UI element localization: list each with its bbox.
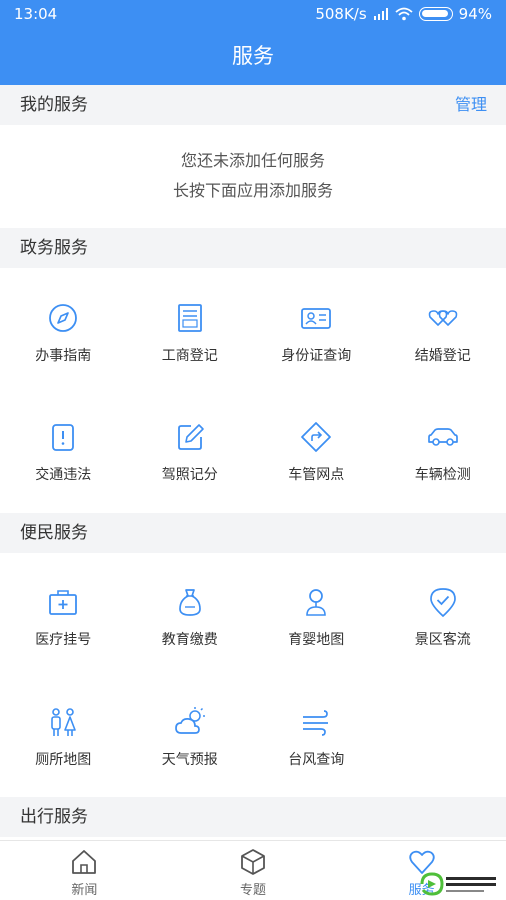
alert-icon <box>52 424 75 451</box>
civil-row-2: 厕所地图 天气预报 台风查询 <box>0 683 506 803</box>
section-travel-services: 出行服务 <box>0 797 506 837</box>
empty-line-1: 您还未添加任何服务 <box>180 151 325 170</box>
id-card-icon <box>301 308 332 329</box>
compass-icon <box>49 304 78 332</box>
service-item[interactable]: 车辆检测 <box>380 398 506 518</box>
tab-label: 专题 <box>240 883 267 898</box>
service-label: 办事指南 <box>35 348 92 364</box>
section-civil-services: 便民服务 <box>0 513 506 553</box>
home-icon <box>72 850 97 874</box>
gov-row-1: 办事指南 工商登记 身份证查询 结婚登记 <box>0 279 506 399</box>
signal-icon <box>373 8 388 20</box>
service-item[interactable]: 台风查询 <box>253 683 380 803</box>
section-title: 便民服务 <box>20 523 88 543</box>
empty-cell <box>380 683 506 803</box>
manage-link[interactable]: 管理 <box>455 85 487 125</box>
service-label: 景区客流 <box>414 632 471 648</box>
weather-icon <box>174 707 205 734</box>
restroom-icon <box>51 708 77 736</box>
edit-icon <box>177 424 204 450</box>
service-item[interactable]: 工商登记 <box>127 279 254 399</box>
medical-kit-icon <box>49 590 78 615</box>
tab-topics[interactable]: 专题 <box>169 841 338 900</box>
service-label: 交通违法 <box>35 467 92 483</box>
tab-label: 新闻 <box>71 883 98 898</box>
page-title: 服务 <box>0 30 506 85</box>
service-label: 车辆检测 <box>414 467 471 483</box>
service-item[interactable]: 结婚登记 <box>380 279 506 399</box>
section-my-services: 我的服务 管理 <box>0 85 506 125</box>
service-label: 工商登记 <box>161 348 218 364</box>
document-icon <box>177 304 202 332</box>
car-icon <box>427 428 458 446</box>
section-title: 出行服务 <box>20 807 88 827</box>
service-item[interactable]: 交通违法 <box>0 398 127 518</box>
service-label: 育婴地图 <box>288 632 345 648</box>
network-speed: 508K/s <box>315 5 367 23</box>
service-label: 医疗挂号 <box>35 632 92 648</box>
cube-icon <box>241 849 265 875</box>
service-label: 车管网点 <box>288 467 345 483</box>
status-time: 13:04 <box>14 5 58 23</box>
service-item[interactable]: 教育缴费 <box>127 563 254 683</box>
wind-icon <box>303 710 329 736</box>
section-title: 我的服务 <box>20 95 88 115</box>
wifi-icon <box>395 7 413 21</box>
gov-row-2: 交通违法 驾照记分 车管网点 车辆检测 <box>0 398 506 518</box>
service-label: 教育缴费 <box>161 632 218 648</box>
service-label: 结婚登记 <box>414 348 471 364</box>
service-item[interactable]: 育婴地图 <box>253 563 380 683</box>
section-title: 政务服务 <box>20 238 88 258</box>
service-item[interactable]: 车管网点 <box>253 398 380 518</box>
service-label: 身份证查询 <box>281 348 352 364</box>
service-item[interactable]: 天气预报 <box>127 683 254 803</box>
service-label: 天气预报 <box>161 752 218 768</box>
status-right: 508K/s 94% <box>315 5 492 23</box>
baby-icon <box>306 589 327 616</box>
service-item[interactable]: 办事指南 <box>0 279 127 399</box>
location-check-icon <box>429 588 456 618</box>
service-label: 厕所地图 <box>35 752 92 768</box>
status-bar: 13:04 508K/s 94% <box>0 0 506 30</box>
double-heart-icon <box>428 310 458 326</box>
empty-services-message: 您还未添加任何服务 长按下面应用添加服务 <box>0 125 506 228</box>
battery-level: 94% <box>458 5 492 23</box>
service-item[interactable]: 景区客流 <box>380 563 506 683</box>
service-item[interactable]: 医疗挂号 <box>0 563 127 683</box>
service-item[interactable]: 身份证查询 <box>253 279 380 399</box>
direction-icon <box>301 422 332 452</box>
service-label: 驾照记分 <box>161 467 218 483</box>
section-gov-services: 政务服务 <box>0 228 506 268</box>
battery-icon <box>418 7 453 21</box>
service-item[interactable]: 厕所地图 <box>0 683 127 803</box>
service-label: 台风查询 <box>288 752 345 768</box>
tab-news[interactable]: 新闻 <box>0 841 169 900</box>
service-item[interactable]: 驾照记分 <box>127 398 254 518</box>
money-bag-icon <box>178 589 201 616</box>
civil-row-1: 医疗挂号 教育缴费 育婴地图 景区客流 <box>0 563 506 683</box>
empty-line-2: 长按下面应用添加服务 <box>172 181 333 200</box>
watermark-logo <box>420 872 496 896</box>
